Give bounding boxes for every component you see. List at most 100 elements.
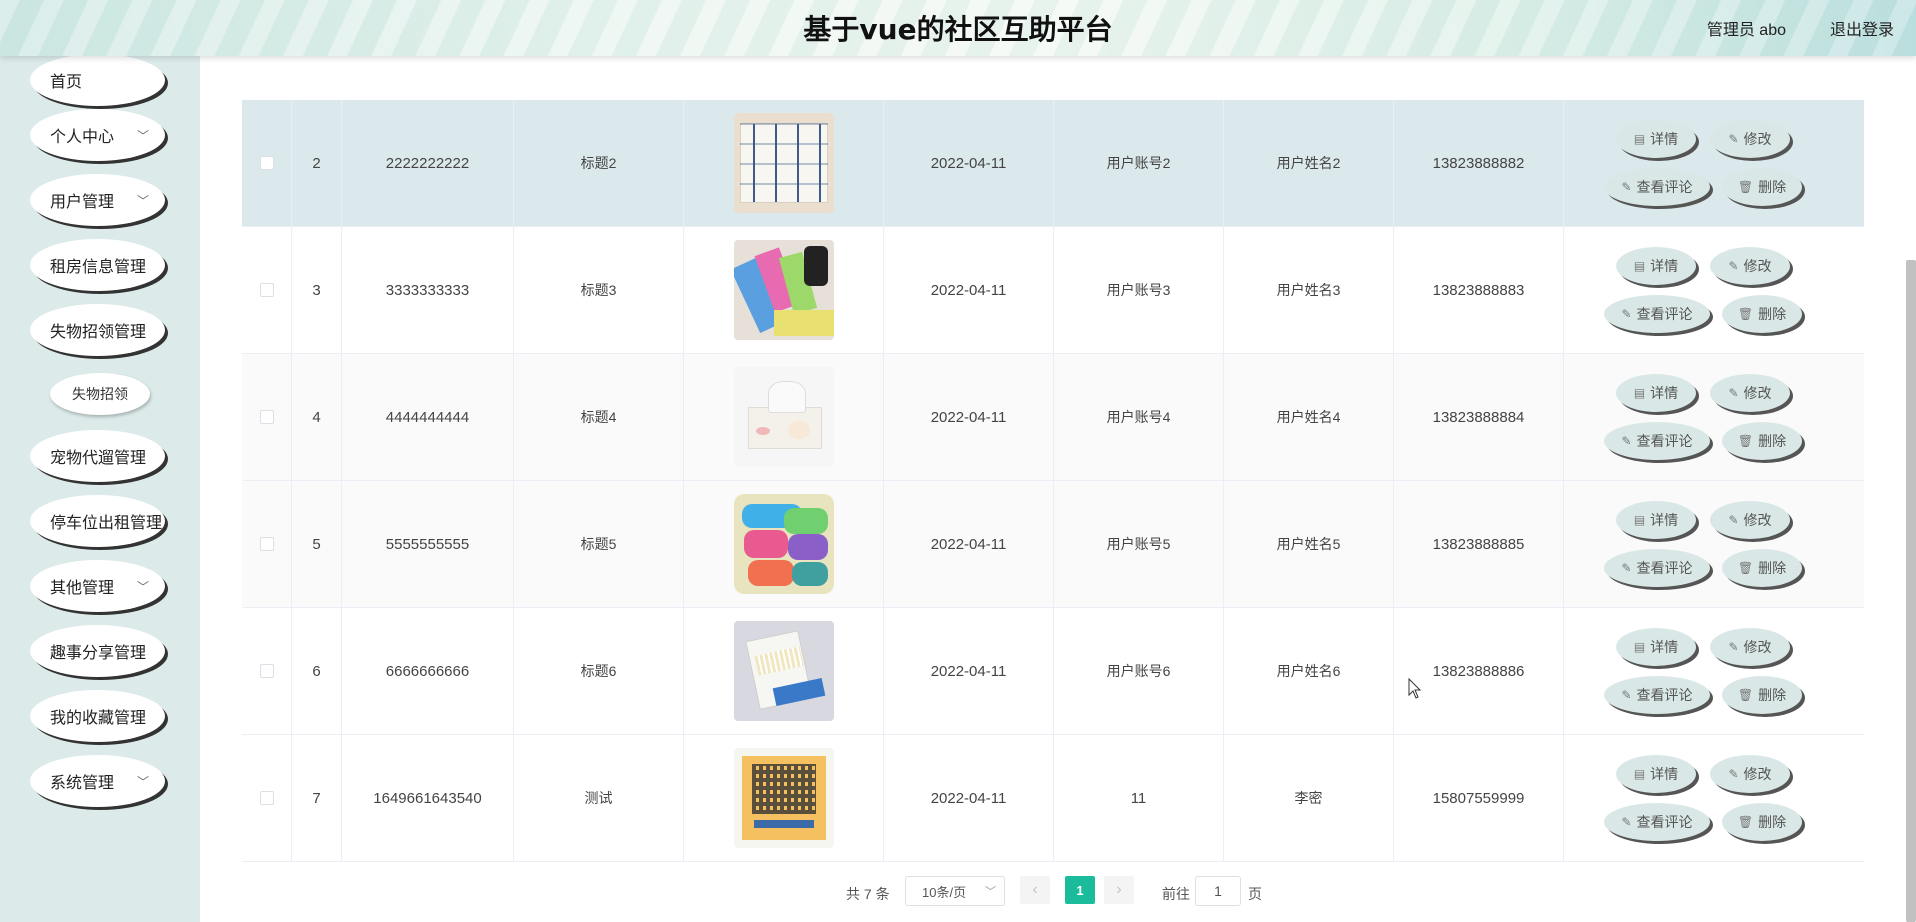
sidebar-item-label: 首页: [50, 74, 83, 91]
sidebar-item-label: 失物招领管理: [50, 324, 147, 341]
edit-icon: ✎: [1728, 640, 1739, 654]
row-account: 用户账号2: [1054, 100, 1224, 226]
product-image: [733, 113, 834, 213]
sidebar-item-home[interactable]: 首页: [30, 54, 165, 106]
row-index: 5: [292, 481, 342, 607]
edit-icon: ✎: [1728, 132, 1739, 146]
edit-icon: ✎: [1621, 815, 1632, 829]
sidebar-item-favorites-management[interactable]: 我的收藏管理: [30, 690, 165, 742]
row-number: 3333333333: [342, 227, 514, 353]
delete-button[interactable]: 🗑删除: [1722, 549, 1802, 587]
delete-button[interactable]: 🗑删除: [1722, 422, 1802, 460]
row-checkbox[interactable]: [259, 156, 274, 170]
table-row: 5 5555555555 标题5 2022-04-11 用户账号5 用户姓名5 …: [242, 481, 1864, 608]
mouse-cursor-icon: [1408, 678, 1422, 699]
sidebar-item-system-management[interactable]: 系统管理 ﹀: [30, 755, 165, 807]
row-date: 2022-04-11: [884, 100, 1054, 226]
sidebar-item-label: 系统管理: [50, 775, 115, 792]
goto-page-input[interactable]: [1195, 876, 1241, 906]
edit-button[interactable]: ✎ 修改: [1710, 501, 1790, 539]
detail-button[interactable]: ▤ 详情: [1616, 120, 1696, 158]
row-title: 测试: [514, 735, 684, 861]
edit-button[interactable]: ✎ 修改: [1710, 120, 1790, 158]
sidebar-item-label: 租房信息管理: [50, 259, 147, 276]
main-content: ✎查看评论 🗑删除 2 2222222222 标题2 2022-04-11 用户…: [200, 0, 1916, 922]
view-comments-button[interactable]: ✎查看评论: [1604, 168, 1710, 206]
view-comments-button[interactable]: ✎查看评论: [1604, 295, 1710, 333]
sidebar-item-label: 停车位出租管理: [50, 515, 163, 532]
row-title: 标题2: [514, 100, 684, 226]
row-checkbox[interactable]: [259, 664, 274, 678]
row-name: 李密: [1224, 735, 1394, 861]
row-name: 用户姓名5: [1224, 481, 1394, 607]
sidebar-item-pet-walking-management[interactable]: 宠物代遛管理: [30, 430, 165, 482]
row-number: 2222222222: [342, 100, 514, 226]
view-comments-button[interactable]: ✎查看评论: [1604, 676, 1710, 714]
sidebar-item-parking-rental-management[interactable]: 停车位出租管理: [30, 495, 165, 547]
chevron-left-icon: ‹: [1032, 881, 1038, 898]
current-user-label: 管理员 abo: [1706, 22, 1786, 39]
chevron-down-icon: ﹀: [136, 580, 149, 594]
row-date: 2022-04-11: [884, 735, 1054, 861]
view-comments-button[interactable]: ✎查看评论: [1604, 422, 1710, 460]
row-date: 2022-04-11: [884, 227, 1054, 353]
row-title: 标题3: [514, 227, 684, 353]
trash-icon: 🗑: [1737, 688, 1754, 702]
row-checkbox[interactable]: [259, 537, 274, 551]
row-number: 6666666666: [342, 608, 514, 734]
page-size-select[interactable]: 10条/页 ﹀: [905, 876, 1005, 906]
edit-icon: ✎: [1728, 513, 1739, 527]
delete-button[interactable]: 🗑删除: [1722, 295, 1802, 333]
row-name: 用户姓名3: [1224, 227, 1394, 353]
row-number: 5555555555: [342, 481, 514, 607]
row-account: 用户账号4: [1054, 354, 1224, 480]
sidebar-item-rental-management[interactable]: 租房信息管理: [30, 239, 165, 291]
next-page-button[interactable]: ›: [1104, 876, 1134, 904]
detail-button[interactable]: ▤ 详情: [1616, 755, 1696, 793]
detail-button[interactable]: ▤ 详情: [1616, 501, 1696, 539]
edit-icon: ✎: [1621, 561, 1632, 575]
trash-icon: 🗑: [1737, 180, 1754, 194]
detail-button[interactable]: ▤ 详情: [1616, 628, 1696, 666]
row-account: 11: [1054, 735, 1224, 861]
delete-button[interactable]: 🗑删除: [1722, 168, 1802, 206]
row-date: 2022-04-11: [884, 481, 1054, 607]
delete-button[interactable]: 🗑删除: [1722, 676, 1802, 714]
edit-button[interactable]: ✎ 修改: [1710, 628, 1790, 666]
edit-icon: ✎: [1621, 434, 1632, 448]
row-index: 6: [292, 608, 342, 734]
detail-button[interactable]: ▤ 详情: [1616, 374, 1696, 412]
row-name: 用户姓名2: [1224, 100, 1394, 226]
page-scrollbar[interactable]: [1906, 260, 1916, 922]
row-checkbox[interactable]: [259, 410, 274, 424]
product-image: [733, 494, 834, 594]
view-comments-button[interactable]: ✎查看评论: [1604, 803, 1710, 841]
row-checkbox[interactable]: [259, 283, 274, 297]
row-phone: 13823888886: [1394, 608, 1564, 734]
edit-button[interactable]: ✎ 修改: [1710, 247, 1790, 285]
chevron-down-icon: ﹀: [136, 775, 149, 789]
sidebar-item-lost-found-management[interactable]: 失物招领管理: [30, 304, 165, 356]
document-icon: ▤: [1633, 513, 1646, 527]
view-comments-button[interactable]: ✎查看评论: [1604, 549, 1710, 587]
sidebar-item-other-management[interactable]: 其他管理 ﹀: [30, 560, 165, 612]
sidebar-item-user-management[interactable]: 用户管理 ﹀: [30, 174, 165, 226]
sidebar-item-label: 趣事分享管理: [50, 645, 147, 662]
app-header: 基于vue的社区互助平台 管理员 abo 退出登录: [0, 0, 1916, 56]
sidebar-subitem-lost-found[interactable]: 失物招领: [50, 373, 150, 415]
document-icon: ▤: [1633, 767, 1646, 781]
row-checkbox[interactable]: [259, 791, 274, 805]
sidebar-item-personal-center[interactable]: 个人中心 ﹀: [30, 109, 165, 161]
edit-button[interactable]: ✎ 修改: [1710, 374, 1790, 412]
row-name: 用户姓名6: [1224, 608, 1394, 734]
delete-button[interactable]: 🗑删除: [1722, 803, 1802, 841]
logout-link[interactable]: 退出登录: [1830, 16, 1894, 40]
table-row: 7 1649661643540 测试 2022-04-11 11 李密 1580…: [242, 735, 1864, 862]
row-number: 4444444444: [342, 354, 514, 480]
row-name: 用户姓名4: [1224, 354, 1394, 480]
page-number-current[interactable]: 1: [1065, 876, 1095, 904]
prev-page-button[interactable]: ‹: [1020, 876, 1050, 904]
detail-button[interactable]: ▤ 详情: [1616, 247, 1696, 285]
sidebar-item-fun-share-management[interactable]: 趣事分享管理: [30, 625, 165, 677]
edit-button[interactable]: ✎ 修改: [1710, 755, 1790, 793]
